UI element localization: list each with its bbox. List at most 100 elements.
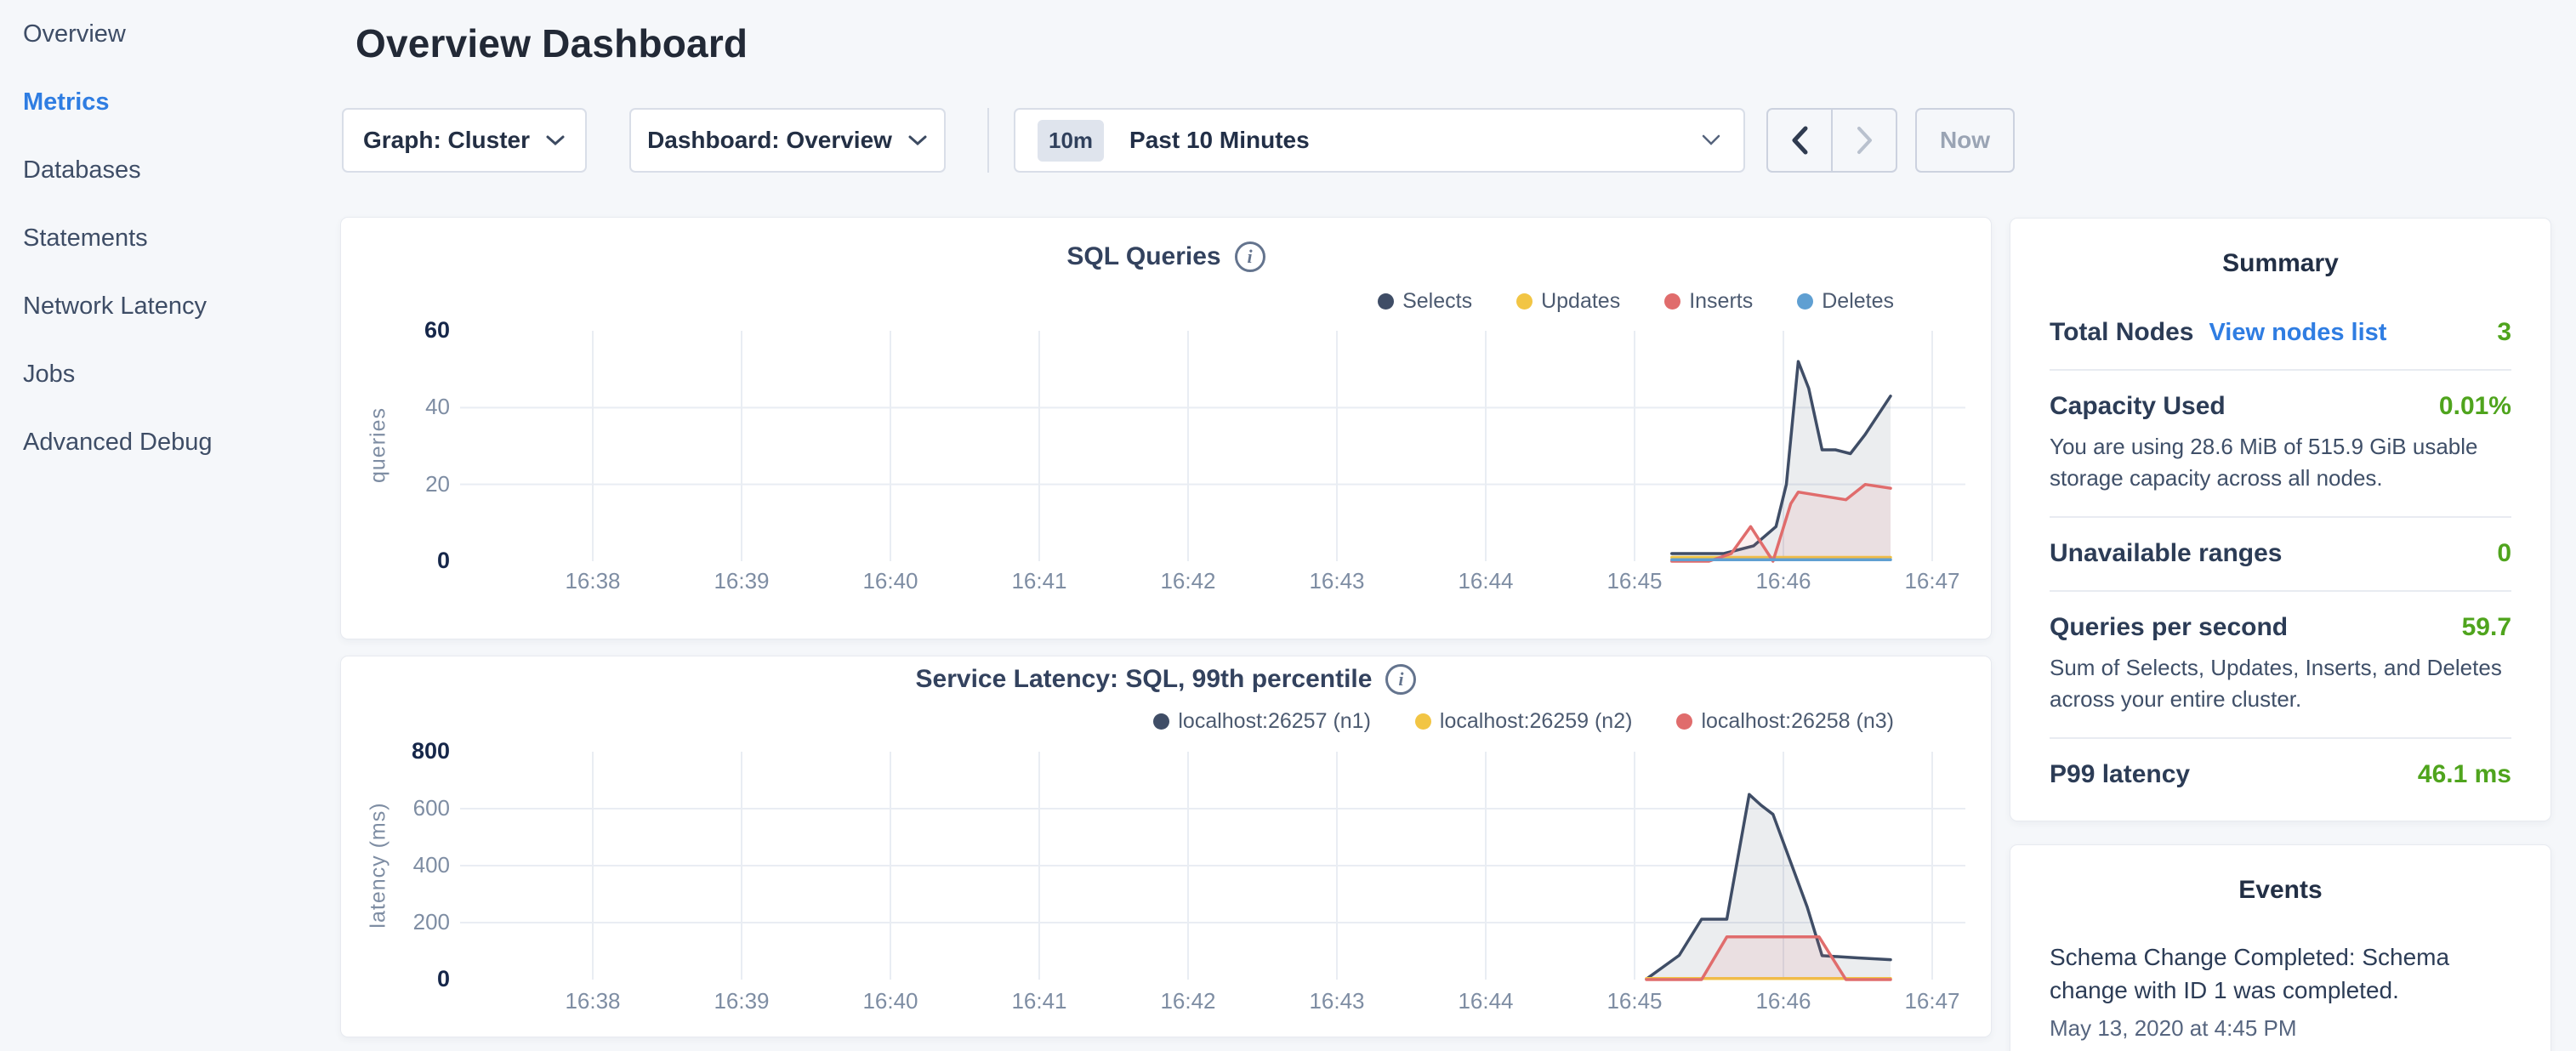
summary-row-label: P99 latency <box>2050 760 2190 789</box>
x-axis-tick: 16:47 <box>1881 568 1983 594</box>
now-button[interactable]: Now <box>1915 108 2015 173</box>
graph-dropdown-label: Graph: Cluster <box>363 127 530 154</box>
y-axis-tick: 600 <box>365 795 450 821</box>
chevron-down-icon <box>545 134 566 146</box>
legend-item-localhost-26257-n1[interactable]: localhost:26257 (n1) <box>1153 709 1371 734</box>
x-axis-tick: 16:41 <box>988 568 1090 594</box>
legend-dot <box>1153 713 1169 730</box>
legend-item-inserts[interactable]: Inserts <box>1664 289 1753 314</box>
sidebar-item-advanced-debug[interactable]: Advanced Debug <box>0 408 340 476</box>
sidebar-item-metrics[interactable]: Metrics <box>0 68 340 136</box>
summary-row-capacity: Capacity Used 0.01% You are using 28.6 M… <box>2050 371 2511 516</box>
x-axis-tick: 16:39 <box>691 568 793 594</box>
dashboard-dropdown[interactable]: Dashboard: Overview <box>629 108 946 173</box>
x-axis-tick: 16:43 <box>1286 988 1388 1014</box>
x-axis-tick: 16:43 <box>1286 568 1388 594</box>
legend-dot <box>1516 293 1533 310</box>
summary-row-qps: Queries per second 59.7 Sum of Selects, … <box>2050 592 2511 737</box>
chart-title: Service Latency: SQL, 99th percentile i <box>341 664 1991 695</box>
sidebar-item-databases[interactable]: Databases <box>0 136 340 204</box>
chevron-down-icon <box>907 134 928 146</box>
chart-title-text: SQL Queries <box>1066 242 1220 271</box>
x-axis-tick: 16:44 <box>1435 568 1537 594</box>
y-axis-tick: 800 <box>365 738 450 764</box>
legend-dot <box>1676 713 1692 730</box>
chart-plot-area[interactable] <box>460 752 1965 983</box>
legend-item-localhost-26259-n2[interactable]: localhost:26259 (n2) <box>1415 709 1633 734</box>
service-latency-chart-card: Service Latency: SQL, 99th percentile i … <box>340 656 1992 1037</box>
x-axis-tick: 16:44 <box>1435 988 1537 1014</box>
x-axis-tick: 16:47 <box>1881 988 1983 1014</box>
x-axis-tick: 16:40 <box>839 988 941 1014</box>
time-back-button[interactable] <box>1768 110 1833 171</box>
x-axis-tick: 16:42 <box>1137 568 1239 594</box>
time-forward-button[interactable] <box>1833 110 1896 171</box>
info-icon[interactable]: i <box>1385 664 1416 695</box>
x-axis-tick: 16:45 <box>1584 568 1686 594</box>
sidebar-item-network-latency[interactable]: Network Latency <box>0 272 340 340</box>
sidebar-item-overview[interactable]: Overview <box>0 0 340 68</box>
y-axis-label: queries <box>367 361 391 531</box>
event-item[interactable]: Schema Change Completed: Schema change w… <box>2050 940 2511 1042</box>
summary-row-value: 3 <box>2497 318 2511 347</box>
x-axis-tick: 16:46 <box>1732 568 1834 594</box>
time-range-label: Past 10 Minutes <box>1129 127 1701 154</box>
legend-label: Deletes <box>1822 289 1894 314</box>
legend-item-selects[interactable]: Selects <box>1378 289 1472 314</box>
legend-item-deletes[interactable]: Deletes <box>1797 289 1894 314</box>
summary-row-total-nodes: Total Nodes View nodes list 3 <box>2050 297 2511 369</box>
summary-row-unavailable-ranges: Unavailable ranges 0 <box>2050 518 2511 590</box>
summary-row-value: 0.01% <box>2439 392 2511 421</box>
graph-dropdown[interactable]: Graph: Cluster <box>342 108 587 173</box>
info-icon[interactable]: i <box>1235 241 1265 272</box>
sidebar-item-jobs[interactable]: Jobs <box>0 340 340 408</box>
chart-legend: localhost:26257 (n1) localhost:26259 (n2)… <box>1153 709 1894 734</box>
time-range-dropdown[interactable]: 10m Past 10 Minutes <box>1014 108 1745 173</box>
summary-row-value: 0 <box>2497 539 2511 568</box>
event-text: Schema Change Completed: Schema change w… <box>2050 940 2511 1007</box>
toolbar-divider <box>987 108 989 173</box>
x-axis-tick: 16:39 <box>691 988 793 1014</box>
summary-row-desc: You are using 28.6 MiB of 515.9 GiB usab… <box>2050 431 2511 494</box>
sql-queries-chart-card: SQL Queries i Selects Updates Inserts Delet… <box>340 217 1992 639</box>
summary-row-value: 46.1 ms <box>2418 760 2511 789</box>
sidebar: Overview Metrics Databases Statements Ne… <box>0 0 340 1051</box>
x-axis-tick: 16:38 <box>542 988 644 1014</box>
time-step-buttons <box>1766 108 1897 173</box>
sidebar-item-statements[interactable]: Statements <box>0 204 340 272</box>
legend-item-localhost-26258-n3[interactable]: localhost:26258 (n3) <box>1676 709 1894 734</box>
page-title: Overview Dashboard <box>355 20 748 66</box>
chart-title: SQL Queries i <box>341 241 1991 272</box>
y-axis-tick: 0 <box>365 548 450 574</box>
legend-item-updates[interactable]: Updates <box>1516 289 1620 314</box>
y-axis-tick: 400 <box>365 852 450 878</box>
y-axis-tick: 0 <box>365 966 450 992</box>
time-range-badge: 10m <box>1038 120 1104 162</box>
summary-row-label: Unavailable ranges <box>2050 539 2282 568</box>
chart-title-text: Service Latency: SQL, 99th percentile <box>916 665 1373 694</box>
x-axis-tick: 16:42 <box>1137 988 1239 1014</box>
chevron-left-icon <box>1790 125 1809 156</box>
x-axis-tick: 16:46 <box>1732 988 1834 1014</box>
x-axis-tick: 16:40 <box>839 568 941 594</box>
chevron-down-icon <box>1701 134 1721 146</box>
dashboard-dropdown-label: Dashboard: Overview <box>647 127 892 154</box>
x-axis-tick: 16:45 <box>1584 988 1686 1014</box>
summary-title: Summary <box>2050 249 2511 278</box>
chart-plot-area[interactable] <box>460 331 1965 565</box>
summary-row-desc: Sum of Selects, Updates, Inserts, and De… <box>2050 652 2511 715</box>
y-axis-tick: 20 <box>365 471 450 497</box>
legend-dot <box>1664 293 1680 310</box>
chart-legend: Selects Updates Inserts Deletes <box>1378 289 1894 314</box>
y-axis-tick: 200 <box>365 909 450 935</box>
event-timestamp: May 13, 2020 at 4:45 PM <box>2050 1015 2511 1042</box>
legend-label: Selects <box>1402 289 1472 314</box>
view-nodes-link[interactable]: View nodes list <box>2209 319 2386 347</box>
summary-row-label: Queries per second <box>2050 613 2288 642</box>
x-axis-tick: 16:38 <box>542 568 644 594</box>
summary-row-label: Total Nodes <box>2050 318 2193 347</box>
summary-row-p99-latency: P99 latency 46.1 ms <box>2050 739 2511 811</box>
events-title: Events <box>2050 876 2511 905</box>
y-axis-tick: 60 <box>365 317 450 344</box>
events-panel: Events Schema Change Completed: Schema c… <box>2010 844 2551 1051</box>
